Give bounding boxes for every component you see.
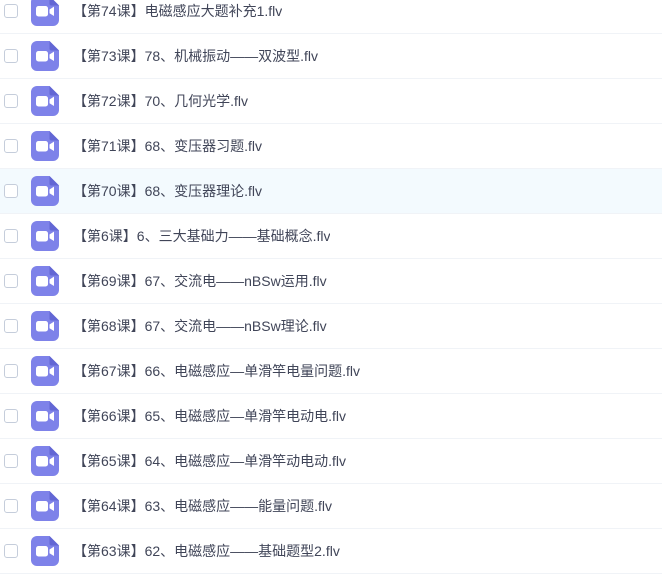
file-name-link[interactable]: 【第65课】64、电磁感应—单滑竿动电动.flv xyxy=(73,451,346,471)
file-row[interactable]: 【第72课】70、几何光学.flv xyxy=(0,79,662,124)
row-checkbox[interactable] xyxy=(4,94,18,108)
file-name-link[interactable]: 【第67课】66、电磁感应—单滑竿电量问题.flv xyxy=(73,361,360,381)
video-file-icon xyxy=(31,401,59,431)
file-row[interactable]: 【第69课】67、交流电——nBSw运用.flv xyxy=(0,259,662,304)
file-row[interactable]: 【第70课】68、变压器理论.flv xyxy=(0,169,662,214)
row-checkbox[interactable] xyxy=(4,544,18,558)
video-file-icon xyxy=(31,266,59,296)
file-manager-screen: 【第74课】电磁感应大题补充1.flv 【第73课】78、机械振动——双波型.f… xyxy=(0,0,662,585)
file-list: 【第74课】电磁感应大题补充1.flv 【第73课】78、机械振动——双波型.f… xyxy=(0,0,662,574)
file-row[interactable]: 【第68课】67、交流电——nBSw理论.flv xyxy=(0,304,662,349)
file-row[interactable]: 【第66课】65、电磁感应—单滑竿电动电.flv xyxy=(0,394,662,439)
file-name-link[interactable]: 【第64课】63、电磁感应——能量问题.flv xyxy=(73,496,332,516)
file-name-link[interactable]: 【第68课】67、交流电——nBSw理论.flv xyxy=(73,316,327,336)
row-checkbox[interactable] xyxy=(4,364,18,378)
file-name-link[interactable]: 【第63课】62、电磁感应——基础题型2.flv xyxy=(73,541,340,561)
file-name-link[interactable]: 【第66课】65、电磁感应—单滑竿电动电.flv xyxy=(73,406,346,426)
video-file-icon xyxy=(31,536,59,566)
row-checkbox[interactable] xyxy=(4,409,18,423)
file-name-link[interactable]: 【第70课】68、变压器理论.flv xyxy=(73,181,262,201)
row-checkbox[interactable] xyxy=(4,139,18,153)
row-checkbox[interactable] xyxy=(4,454,18,468)
file-name-link[interactable]: 【第72课】70、几何光学.flv xyxy=(73,91,248,111)
video-file-icon xyxy=(31,41,59,71)
video-file-icon xyxy=(31,311,59,341)
file-row[interactable]: 【第6课】6、三大基础力——基础概念.flv xyxy=(0,214,662,259)
file-name-link[interactable]: 【第69课】67、交流电——nBSw运用.flv xyxy=(73,271,327,291)
video-file-icon xyxy=(31,131,59,161)
row-checkbox[interactable] xyxy=(4,229,18,243)
video-file-icon xyxy=(31,491,59,521)
file-row[interactable]: 【第71课】68、变压器习题.flv xyxy=(0,124,662,169)
file-name-link[interactable]: 【第73课】78、机械振动——双波型.flv xyxy=(73,46,318,66)
file-row[interactable]: 【第63课】62、电磁感应——基础题型2.flv xyxy=(0,529,662,574)
video-file-icon xyxy=(31,221,59,251)
file-row[interactable]: 【第74课】电磁感应大题补充1.flv xyxy=(0,0,662,34)
video-file-icon xyxy=(31,176,59,206)
row-checkbox[interactable] xyxy=(4,49,18,63)
file-name-link[interactable]: 【第74课】电磁感应大题补充1.flv xyxy=(73,1,282,21)
video-file-icon xyxy=(31,0,59,26)
row-checkbox[interactable] xyxy=(4,4,18,18)
file-row[interactable]: 【第67课】66、电磁感应—单滑竿电量问题.flv xyxy=(0,349,662,394)
video-file-icon xyxy=(31,446,59,476)
file-row[interactable]: 【第64课】63、电磁感应——能量问题.flv xyxy=(0,484,662,529)
row-checkbox[interactable] xyxy=(4,319,18,333)
file-row[interactable]: 【第73课】78、机械振动——双波型.flv xyxy=(0,34,662,79)
file-name-link[interactable]: 【第71课】68、变压器习题.flv xyxy=(73,136,262,156)
file-row[interactable]: 【第65课】64、电磁感应—单滑竿动电动.flv xyxy=(0,439,662,484)
row-checkbox[interactable] xyxy=(4,499,18,513)
video-file-icon xyxy=(31,86,59,116)
row-checkbox[interactable] xyxy=(4,274,18,288)
row-checkbox[interactable] xyxy=(4,184,18,198)
video-file-icon xyxy=(31,356,59,386)
file-name-link[interactable]: 【第6课】6、三大基础力——基础概念.flv xyxy=(73,226,330,246)
